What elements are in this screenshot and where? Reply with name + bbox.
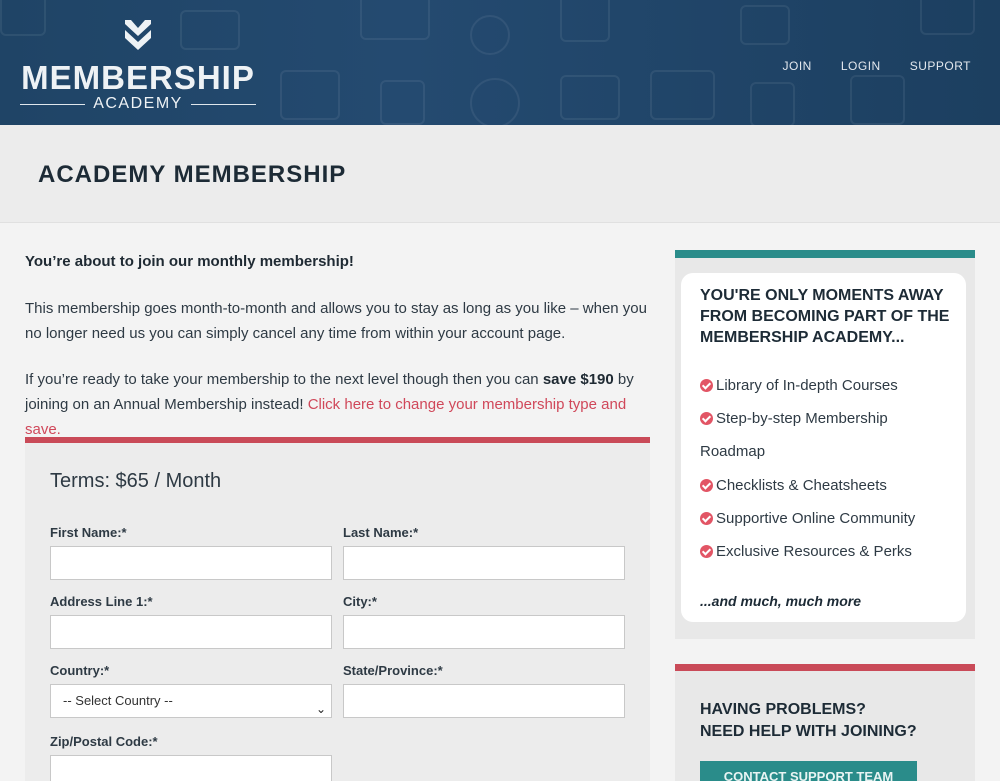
background-pattern	[920, 0, 975, 35]
benefit-text: Step-by-step Membership	[716, 410, 888, 427]
background-pattern	[380, 80, 425, 125]
check-icon	[700, 379, 713, 392]
last-name-label: Last Name:*	[343, 525, 419, 540]
zip-label: Zip/Postal Code:*	[50, 734, 158, 749]
benefit-item: Checklists & Cheatsheets	[700, 469, 887, 502]
sidebar-accent-bar	[675, 250, 975, 258]
savings-amount: save $190	[542, 371, 614, 388]
upgrade-paragraph: If you’re ready to take your membership …	[25, 367, 655, 442]
benefits-card: YOU'RE ONLY MOMENTS AWAY FROM BECOMING P…	[681, 273, 966, 622]
help-accent-bar	[675, 664, 975, 671]
benefit-item: Library of In-depth Courses	[700, 369, 898, 402]
check-icon	[700, 512, 713, 525]
city-label: City:*	[343, 594, 377, 609]
logo-rule	[190, 103, 256, 105]
address-input[interactable]	[50, 615, 332, 649]
help-panel: HAVING PROBLEMS? NEED HELP WITH JOINING?…	[675, 671, 975, 781]
nav-join[interactable]: JOIN	[783, 59, 812, 73]
benefit-item: Step-by-step Membership	[700, 402, 888, 435]
title-band: ACADEMY MEMBERSHIP	[0, 125, 1000, 223]
logo-wordmark: MEMBERSHIP	[21, 59, 255, 96]
background-pattern	[650, 70, 715, 120]
first-name-input[interactable]	[50, 546, 332, 580]
benefits-heading: YOU'RE ONLY MOMENTS AWAY FROM BECOMING P…	[700, 287, 950, 346]
country-label: Country:*	[50, 663, 110, 678]
site-header: MEMBERSHIP ACADEMY JOIN LOGIN SUPPORT	[0, 0, 1000, 125]
background-pattern	[280, 70, 340, 120]
main-nav: JOIN LOGIN SUPPORT	[783, 59, 971, 73]
benefit-item-continued: Roadmap	[700, 435, 765, 468]
help-heading: HAVING PROBLEMS? NEED HELP WITH JOINING?	[700, 699, 917, 743]
zip-input[interactable]	[50, 755, 332, 781]
state-label: State/Province:*	[343, 663, 443, 678]
background-pattern	[850, 75, 905, 125]
background-pattern	[560, 75, 620, 120]
shield-m-icon	[125, 20, 151, 50]
check-icon	[700, 412, 713, 425]
benefit-text: Exclusive Resources & Perks	[716, 543, 912, 560]
background-pattern	[560, 0, 610, 42]
country-select[interactable]: -- Select Country -- ⌄	[50, 684, 332, 718]
upgrade-text: If you’re ready to take your membership …	[25, 371, 543, 388]
nav-support[interactable]: SUPPORT	[910, 59, 971, 73]
chevron-down-icon: ⌄	[315, 702, 326, 716]
country-selected-value: -- Select Country --	[63, 693, 173, 708]
benefit-item: Supportive Online Community	[700, 502, 915, 535]
benefit-text: Checklists & Cheatsheets	[716, 477, 887, 494]
page-title: ACADEMY MEMBERSHIP	[38, 161, 347, 188]
check-icon	[700, 545, 713, 558]
logo-subtitle: ACADEMY	[93, 95, 183, 112]
background-pattern	[360, 0, 430, 40]
intro-paragraph: This membership goes month-to-month and …	[25, 300, 647, 342]
contact-support-button[interactable]: CONTACT SUPPORT TEAM	[700, 761, 917, 781]
background-pattern	[470, 78, 520, 125]
benefit-text: Supportive Online Community	[716, 510, 916, 527]
help-heading-line: NEED HELP WITH JOINING?	[700, 723, 917, 740]
intro-heading: You’re about to join our monthly members…	[25, 253, 354, 270]
city-input[interactable]	[343, 615, 625, 649]
state-input[interactable]	[343, 684, 625, 718]
background-pattern	[470, 15, 510, 55]
help-heading-line: HAVING PROBLEMS?	[700, 701, 866, 718]
site-logo[interactable]: MEMBERSHIP ACADEMY	[20, 18, 256, 113]
address-label: Address Line 1:*	[50, 594, 153, 609]
more-benefits-text: ...and much, much more	[700, 593, 862, 609]
terms-label: Terms: $65 / Month	[50, 470, 222, 492]
background-pattern	[750, 82, 795, 125]
check-icon	[700, 479, 713, 492]
first-name-label: First Name:*	[50, 525, 127, 540]
registration-form: Terms: $65 / Month First Name:* Last Nam…	[25, 437, 650, 781]
benefit-text: Roadmap	[700, 443, 766, 460]
background-pattern	[740, 5, 790, 45]
benefit-item: Exclusive Resources & Perks	[700, 535, 912, 568]
benefit-text: Library of In-depth Courses	[716, 377, 898, 394]
logo-subline: ACADEMY	[20, 95, 256, 113]
last-name-input[interactable]	[343, 546, 625, 580]
logo-rule	[20, 103, 86, 105]
nav-login[interactable]: LOGIN	[841, 59, 881, 73]
